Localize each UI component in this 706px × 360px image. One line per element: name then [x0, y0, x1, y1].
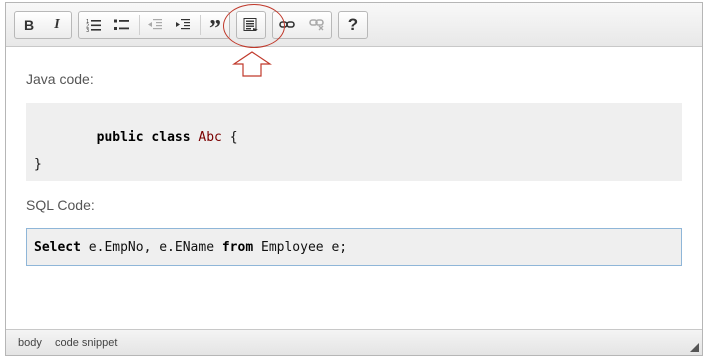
java-code-label: Java code:	[26, 71, 94, 87]
path-item-code-snippet[interactable]: code snippet	[55, 337, 117, 349]
up-arrow-icon	[232, 51, 272, 77]
outdent-icon	[148, 19, 162, 30]
numbered-list-icon: 1 2 3	[86, 19, 101, 32]
code-line: Select e.EmpNo, e.EName from Employee e;	[34, 240, 347, 255]
code-text: Employee e;	[253, 240, 348, 255]
help-icon: ?	[347, 15, 359, 34]
svg-text:3: 3	[86, 28, 89, 32]
rich-text-editor: B I 1 2 3 ” ? Java code: public class Ab…	[5, 2, 703, 356]
sql-code-label: SQL Code:	[26, 197, 95, 213]
code-line: public class Abc {	[34, 115, 238, 160]
code-text: e.EmpNo, e.EName	[80, 240, 222, 255]
blockquote-icon: ”	[209, 15, 221, 42]
code-brace: {	[229, 130, 238, 145]
unlink-icon	[309, 19, 324, 31]
bullet-list-icon	[114, 19, 129, 30]
link-icon	[279, 21, 295, 28]
editor-content[interactable]: Java code: public class Abc { } SQL Code…	[6, 47, 702, 329]
code-line: }	[34, 157, 42, 172]
bullet-list-button[interactable]	[109, 12, 135, 38]
code-keyword: from	[221, 240, 254, 255]
indent-button[interactable]	[170, 12, 196, 38]
code-snippet-icon	[243, 18, 258, 31]
resize-handle-icon[interactable]	[690, 343, 699, 352]
code-keyword: public	[96, 130, 144, 145]
path-item-body[interactable]: body	[18, 337, 42, 349]
status-bar: body code snippet	[6, 329, 702, 355]
toolbar-separator	[139, 15, 140, 35]
numbered-list-button[interactable]: 1 2 3	[81, 12, 107, 38]
help-button[interactable]: ?	[340, 12, 366, 38]
bold-icon: B	[23, 17, 35, 33]
italic-button[interactable]: I	[44, 12, 70, 38]
toolbar: B I 1 2 3 ” ?	[6, 3, 702, 47]
java-code-block[interactable]: public class Abc { }	[26, 103, 682, 181]
bold-button[interactable]: B	[16, 12, 42, 38]
italic-icon: I	[54, 17, 60, 32]
code-class-name: Abc	[198, 130, 222, 145]
indent-icon	[176, 19, 190, 30]
unlink-button[interactable]	[304, 12, 330, 38]
code-keyword: Select	[34, 240, 81, 255]
blockquote-button[interactable]: ”	[202, 12, 228, 42]
toolbar-separator	[200, 15, 201, 35]
sql-code-block[interactable]: Select e.EmpNo, e.EName from Employee e;	[26, 228, 682, 266]
code-snippet-button[interactable]	[238, 12, 264, 38]
link-button[interactable]	[274, 12, 300, 38]
outdent-button[interactable]	[142, 12, 168, 38]
code-keyword: class	[151, 130, 191, 145]
